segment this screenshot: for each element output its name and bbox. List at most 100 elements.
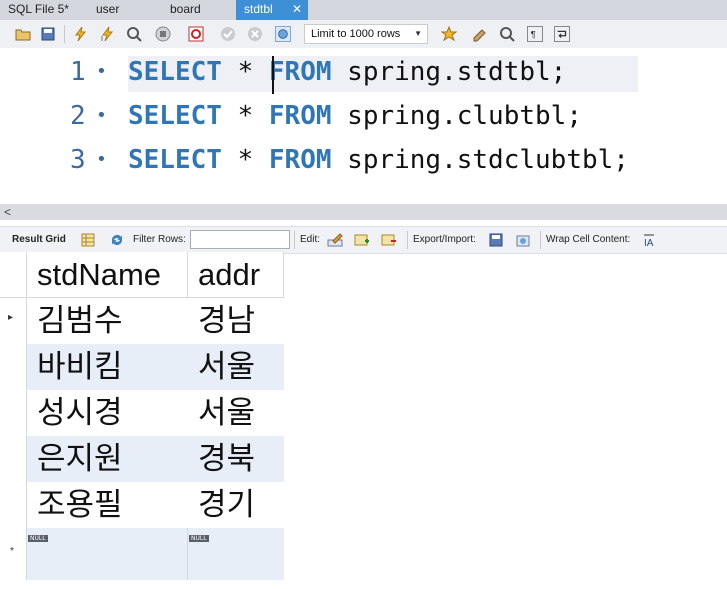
fold-marker-icon: •	[96, 149, 107, 170]
save-icon[interactable]	[40, 26, 56, 42]
horizontal-scrollbar[interactable]: <	[0, 204, 727, 220]
text-caret	[272, 56, 274, 94]
rollback-icon[interactable]	[247, 26, 263, 42]
import-icon[interactable]	[515, 232, 531, 248]
table-cell[interactable]: 김범수	[27, 298, 188, 344]
explain-icon[interactable]	[126, 26, 142, 42]
beautify-icon[interactable]	[275, 26, 291, 42]
table-cell[interactable]: 바비킴	[27, 344, 188, 390]
operator: *	[221, 57, 269, 87]
wrap-cell-icon[interactable]: IA	[641, 232, 657, 248]
current-row-indicator-icon: ▸	[8, 312, 14, 323]
edit-label: Edit:	[300, 234, 321, 245]
null-badge: NULL	[28, 535, 48, 542]
find-icon[interactable]	[499, 26, 515, 42]
add-row-icon[interactable]	[354, 232, 370, 248]
table-cell[interactable]: 경기	[188, 482, 284, 528]
stop-icon[interactable]	[155, 26, 171, 42]
sql-editor-toolbar: I Limit to 1000 rows ▼ ¶	[0, 20, 727, 49]
row-header[interactable]	[0, 436, 27, 482]
tab-label: user	[96, 2, 120, 16]
row-header[interactable]: ▸	[0, 298, 27, 344]
tab-label: stdtbl	[244, 2, 273, 16]
sql-editor[interactable]: 1 • SELECT * FROM spring.stdtbl; 2 • SEL…	[0, 48, 727, 204]
identifier: spring.clubtbl;	[331, 101, 582, 131]
close-icon[interactable]: ✕	[292, 0, 302, 19]
fold-marker-icon: •	[96, 105, 107, 126]
code-text: SELECT * FROM spring.clubtbl;	[128, 94, 582, 138]
scroll-left-icon[interactable]: <	[4, 204, 11, 220]
format-icon[interactable]	[472, 26, 488, 42]
keyword: SELECT	[128, 145, 222, 175]
row-header[interactable]	[0, 344, 27, 390]
result-grid-label[interactable]: Result Grid	[12, 234, 66, 245]
toolbar-separator	[540, 231, 541, 249]
null-badge: NULL	[189, 535, 209, 542]
wrap-icon[interactable]	[554, 26, 570, 42]
table-cell[interactable]: 서울	[188, 344, 284, 390]
row-header[interactable]	[0, 482, 27, 528]
row-header[interactable]	[0, 390, 27, 436]
delete-row-icon[interactable]	[381, 232, 397, 248]
execute-icon[interactable]	[73, 26, 89, 42]
operator: *	[221, 101, 269, 131]
toggle-autocommit-icon[interactable]	[188, 26, 204, 42]
line-number: 3	[70, 145, 86, 175]
filter-rows-input[interactable]	[190, 230, 290, 249]
keyword: FROM	[268, 101, 332, 131]
keyword: SELECT	[128, 57, 222, 87]
code-line-2[interactable]: 2 • SELECT * FROM spring.clubtbl;	[0, 94, 727, 138]
refresh-icon[interactable]	[109, 232, 125, 248]
tab-label: board	[170, 2, 201, 16]
export-icon[interactable]	[488, 232, 504, 248]
column-header-addr[interactable]: addr	[188, 252, 284, 298]
open-folder-icon[interactable]	[15, 26, 31, 42]
keyword: SELECT	[128, 101, 222, 131]
toolbar-separator	[64, 25, 65, 43]
grid-view-icon[interactable]	[80, 232, 96, 248]
svg-text:I: I	[101, 36, 103, 42]
tab-user[interactable]: user	[88, 0, 158, 20]
result-grid-toolbar: Result Grid Filter Rows: Edit: Export/Im…	[0, 226, 727, 254]
tab-board[interactable]: board	[162, 0, 234, 20]
edit-row-icon[interactable]	[327, 232, 343, 248]
table-cell[interactable]: 은지원	[27, 436, 188, 482]
table-cell[interactable]: 서울	[188, 390, 284, 436]
toolbar-separator	[294, 231, 295, 249]
chevron-down-icon: ▼	[414, 29, 422, 38]
limit-rows-label: Limit to 1000 rows	[311, 28, 401, 40]
fold-marker-icon: •	[96, 61, 107, 82]
tab-stdtbl[interactable]: stdtbl ✕	[236, 0, 308, 20]
svg-text:¶: ¶	[531, 30, 536, 41]
operator: *	[221, 145, 269, 175]
new-row-cell[interactable]: NULL	[188, 528, 284, 580]
table-cell[interactable]: 성시경	[27, 390, 188, 436]
wrap-cell-content-label: Wrap Cell Content:	[546, 234, 631, 245]
column-header-stdname[interactable]: stdName	[27, 252, 188, 298]
invisible-chars-icon[interactable]: ¶	[527, 26, 543, 42]
code-line-3[interactable]: 3 • SELECT * FROM spring.stdclubtbl;	[0, 138, 727, 182]
identifier: spring.stdtbl;	[331, 57, 567, 87]
editor-tab-bar: SQL File 5* user board stdtbl ✕	[0, 0, 727, 20]
execute-current-icon[interactable]: I	[100, 26, 116, 42]
code-text: SELECT * FROM spring.stdclubtbl;	[128, 138, 629, 182]
filter-rows-label: Filter Rows:	[133, 234, 186, 245]
keyword: FROM	[268, 145, 332, 175]
bookmark-icon[interactable]	[441, 26, 457, 42]
toolbar-separator	[407, 231, 408, 249]
table-cell[interactable]: 조용필	[27, 482, 188, 528]
identifier: spring.stdclubtbl;	[331, 145, 629, 175]
new-row-marker: *	[10, 546, 14, 557]
tab-sql-file-5[interactable]: SQL File 5*	[0, 0, 84, 20]
row-header[interactable]: *	[0, 528, 27, 580]
commit-icon[interactable]	[220, 26, 236, 42]
new-row-cell[interactable]: NULL	[27, 528, 188, 580]
line-number: 2	[70, 101, 86, 131]
table-cell[interactable]: 경남	[188, 298, 284, 344]
limit-rows-dropdown[interactable]: Limit to 1000 rows ▼	[304, 24, 428, 44]
code-line-1[interactable]: 1 • SELECT * FROM spring.stdtbl;	[0, 50, 727, 94]
table-cell[interactable]: 경북	[188, 436, 284, 482]
svg-text:IA: IA	[644, 238, 654, 248]
tab-label: SQL File 5*	[8, 2, 69, 16]
code-text: SELECT * FROM spring.stdtbl;	[128, 50, 566, 94]
